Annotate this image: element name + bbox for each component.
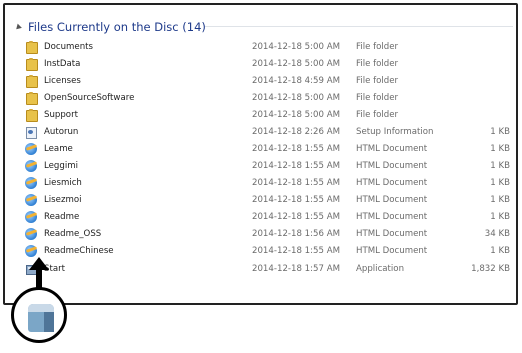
html-document-icon	[25, 142, 37, 155]
file-row-readme-oss[interactable]: Readme_OSS 2014-12-18 1:56 AM HTML Docum…	[25, 225, 510, 242]
folder-icon	[25, 108, 38, 122]
file-name: Leame	[44, 143, 73, 154]
file-row-leggimi[interactable]: Leggimi 2014-12-18 1:55 AM HTML Document…	[25, 157, 510, 174]
file-list-panel: Files Currently on the Disc (14) Documen…	[3, 3, 518, 305]
file-date: 2014-12-18 1:55 AM	[252, 160, 340, 171]
file-size: 1 KB	[490, 143, 510, 154]
group-header[interactable]: Files Currently on the Disc (14)	[14, 18, 206, 36]
file-name: Licenses	[44, 75, 81, 86]
file-type: HTML Document	[356, 177, 428, 188]
file-name: Start	[44, 263, 65, 274]
file-type: HTML Document	[356, 211, 428, 222]
file-size: 1 KB	[490, 245, 510, 256]
file-size: 1 KB	[490, 126, 510, 137]
file-date: 2014-12-18 1:55 AM	[252, 143, 340, 154]
start-application-callout	[11, 287, 67, 343]
file-name: Liesmich	[44, 177, 82, 188]
folder-icon	[25, 91, 38, 105]
file-size: 34 KB	[484, 228, 510, 239]
folder-icon	[25, 40, 38, 54]
setup-information-icon	[25, 126, 37, 139]
file-date: 2014-12-18 1:56 AM	[252, 228, 340, 239]
file-name: Lisezmoi	[44, 194, 82, 205]
file-row-leame[interactable]: Leame 2014-12-18 1:55 AM HTML Document 1…	[25, 140, 510, 157]
file-date: 2014-12-18 5:00 AM	[252, 92, 340, 103]
file-size: 1 KB	[490, 194, 510, 205]
file-size: 1 KB	[490, 160, 510, 171]
file-name: Support	[44, 109, 78, 120]
file-date: 2014-12-18 5:00 AM	[252, 58, 340, 69]
file-type: File folder	[356, 92, 399, 103]
file-type: HTML Document	[356, 143, 428, 154]
file-type: File folder	[356, 58, 399, 69]
file-row-autorun[interactable]: Autorun 2014-12-18 2:26 AM Setup Informa…	[25, 123, 510, 140]
file-row-liesmich[interactable]: Liesmich 2014-12-18 1:55 AM HTML Documen…	[25, 174, 510, 191]
file-name: InstData	[44, 58, 81, 69]
html-document-icon	[25, 176, 37, 189]
file-name: ReadmeChinese	[44, 245, 114, 256]
collapse-caret-icon[interactable]	[14, 23, 22, 31]
html-document-icon	[25, 159, 37, 172]
start-application-icon-cap	[28, 304, 54, 312]
file-date: 2014-12-18 4:59 AM	[252, 75, 340, 86]
file-name: Leggimi	[44, 160, 78, 171]
file-date: 2014-12-18 1:57 AM	[252, 263, 340, 274]
html-document-icon	[25, 210, 37, 223]
group-divider	[205, 26, 513, 27]
start-application-icon-shadow	[44, 312, 54, 332]
file-type: Application	[356, 263, 405, 274]
file-type: HTML Document	[356, 245, 428, 256]
file-row-readmechinese[interactable]: ReadmeChinese 2014-12-18 1:55 AM HTML Do…	[25, 242, 510, 259]
file-date: 2014-12-18 5:00 AM	[252, 41, 340, 52]
file-row-readme[interactable]: Readme 2014-12-18 1:55 AM HTML Document …	[25, 208, 510, 225]
file-type: HTML Document	[356, 194, 428, 205]
file-date: 2014-12-18 1:55 AM	[252, 211, 340, 222]
file-date: 2014-12-18 1:55 AM	[252, 194, 340, 205]
file-row-licenses[interactable]: Licenses 2014-12-18 4:59 AM File folder	[25, 72, 510, 89]
html-document-icon	[25, 227, 37, 240]
file-type: File folder	[356, 109, 399, 120]
file-type: HTML Document	[356, 228, 428, 239]
file-name: Autorun	[44, 126, 79, 137]
file-name: Readme	[44, 211, 80, 222]
group-title: Files Currently on the Disc (14)	[28, 20, 206, 34]
folder-icon	[25, 57, 38, 71]
file-name: OpenSourceSoftware	[44, 92, 135, 103]
file-row-support[interactable]: Support 2014-12-18 5:00 AM File folder	[25, 106, 510, 123]
file-row-instdata[interactable]: InstData 2014-12-18 5:00 AM File folder	[25, 55, 510, 72]
file-size: 1,832 KB	[471, 263, 510, 274]
file-name: Documents	[44, 41, 93, 52]
file-size: 1 KB	[490, 177, 510, 188]
html-document-icon	[25, 244, 37, 257]
file-size: 1 KB	[490, 211, 510, 222]
file-name: Readme_OSS	[44, 228, 102, 239]
file-type: HTML Document	[356, 160, 428, 171]
file-date: 2014-12-18 1:55 AM	[252, 177, 340, 188]
file-row-start[interactable]: Start 2014-12-18 1:57 AM Application 1,8…	[25, 260, 510, 277]
file-type: File folder	[356, 41, 399, 52]
file-type: File folder	[356, 75, 399, 86]
file-date: 2014-12-18 2:26 AM	[252, 126, 340, 137]
file-type: Setup Information	[356, 126, 434, 137]
file-row-lisezmoi[interactable]: Lisezmoi 2014-12-18 1:55 AM HTML Documen…	[25, 191, 510, 208]
file-row-opensourcesoftware[interactable]: OpenSourceSoftware 2014-12-18 5:00 AM Fi…	[25, 89, 510, 106]
folder-icon	[25, 74, 38, 88]
file-date: 2014-12-18 5:00 AM	[252, 109, 340, 120]
html-document-icon	[25, 193, 37, 206]
file-row-documents[interactable]: Documents 2014-12-18 5:00 AM File folder	[25, 38, 510, 55]
file-date: 2014-12-18 1:55 AM	[252, 245, 340, 256]
